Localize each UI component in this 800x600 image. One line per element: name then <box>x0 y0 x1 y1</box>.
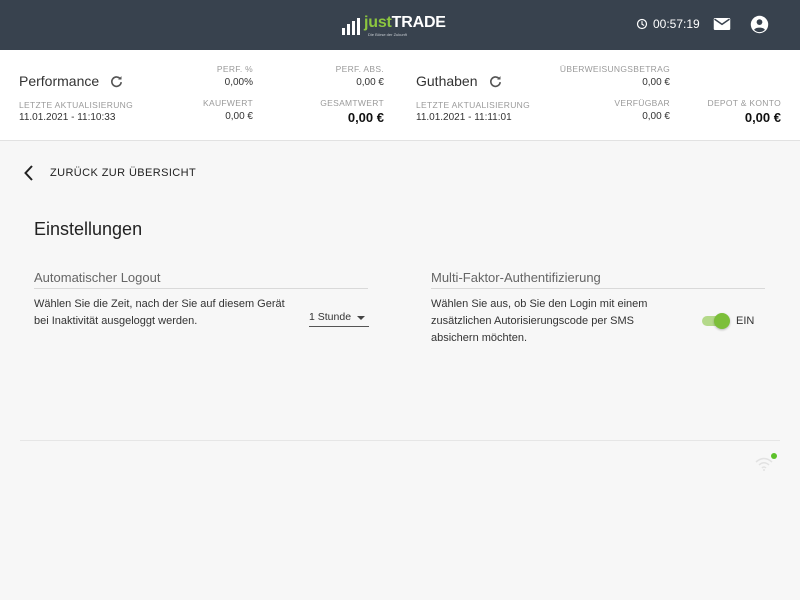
depot-konto-label: DEPOT & KONTO <box>707 98 781 108</box>
back-label: ZURÜCK ZUR ÜBERSICHT <box>50 167 197 179</box>
footer-divider <box>20 440 780 441</box>
mfa-title: Multi-Faktor-Authentifizierung <box>431 270 765 289</box>
depot-konto-value: 0,00 € <box>744 110 781 125</box>
perf-pct-value: 0,00% <box>224 77 253 88</box>
refresh-icon[interactable] <box>488 74 503 89</box>
session-timer: 00:57:19 <box>636 17 700 31</box>
back-to-overview-link[interactable]: ZURÜCK ZUR ÜBERSICHT <box>22 163 196 183</box>
performance-updated-value: 11.01.2021 - 11:10:33 <box>19 112 116 123</box>
logo[interactable]: justTRADE Die Börse der Zukunft <box>342 14 446 37</box>
guthaben-updated-value: 11.01.2021 - 11:11:01 <box>416 112 512 123</box>
account-circle-icon[interactable] <box>750 15 769 34</box>
mail-icon[interactable] <box>713 17 731 31</box>
verfuegbar-value: 0,00 € <box>642 111 670 122</box>
ueberweisung-value: 0,00 € <box>642 77 670 88</box>
logo-chart-icon <box>342 17 360 35</box>
kaufwert-value: 0,00 € <box>225 111 253 122</box>
performance-updated-label: LETZTE AKTUALISIERUNG <box>19 100 133 110</box>
mfa-toggle[interactable] <box>700 313 730 329</box>
logout-time-select[interactable]: 1 Stunde <box>309 307 369 327</box>
logo-tagline: Die Börse der Zukunft <box>368 32 407 37</box>
perf-pct-label: PERF. % <box>216 64 253 74</box>
auto-logout-title: Automatischer Logout <box>34 270 368 289</box>
top-bar: justTRADE Die Börse der Zukunft 00:57:19 <box>0 0 800 50</box>
chevron-left-icon <box>24 165 33 181</box>
perf-abs-value: 0,00 € <box>356 77 384 88</box>
account-summary: Performance LETZTE AKTUALISIERUNG 11.01.… <box>0 50 800 141</box>
kaufwert-label: KAUFWERT <box>203 98 253 108</box>
refresh-icon[interactable] <box>109 74 124 89</box>
perf-abs-label: PERF. ABS. <box>335 64 384 74</box>
logo-wordmark: justTRADE <box>364 14 446 31</box>
wifi-connection-icon <box>755 453 777 471</box>
online-status-dot <box>771 453 777 459</box>
gesamtwert-value: 0,00 € <box>347 110 384 125</box>
mfa-toggle-label: EIN <box>736 315 755 327</box>
auto-logout-description: Wählen Sie die Zeit, nach der Sie auf di… <box>34 298 285 327</box>
gesamtwert-label: GESAMTWERT <box>320 98 384 108</box>
clock-icon <box>636 18 648 30</box>
guthaben-updated-label: LETZTE AKTUALISIERUNG <box>416 100 530 110</box>
timer-value: 00:57:19 <box>653 17 700 31</box>
ueberweisung-label: ÜBERWEISUNGSBETRAG <box>559 64 670 74</box>
mfa-description: Wählen Sie aus, ob Sie den Login mit ein… <box>431 298 648 344</box>
page-title: Einstellungen <box>34 219 143 239</box>
toggle-knob <box>714 313 730 329</box>
performance-title: Performance <box>19 73 124 89</box>
verfuegbar-label: VERFÜGBAR <box>614 98 670 108</box>
guthaben-title: Guthaben <box>416 73 503 89</box>
dropdown-arrow-icon <box>357 316 365 320</box>
logout-time-value: 1 Stunde <box>309 310 352 323</box>
